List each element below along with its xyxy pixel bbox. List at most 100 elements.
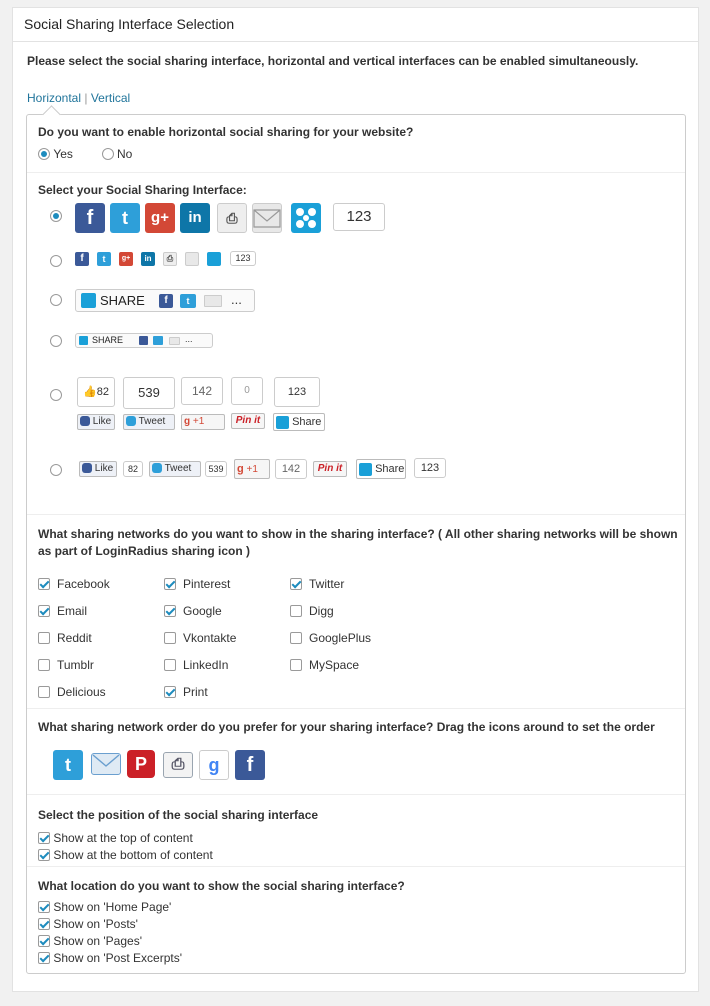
google-icon[interactable]: g [199, 750, 229, 780]
position-bottom-label: Show at the bottom of content [53, 847, 213, 862]
network-option: Facebook [38, 576, 110, 591]
network-option: Google [164, 603, 222, 618]
facebook-glyph: f [246, 754, 254, 776]
share-counter: 123 [274, 377, 320, 407]
network-label: GooglePlus [309, 630, 372, 645]
like-label: Like [94, 463, 114, 474]
email-icon [185, 252, 199, 266]
interface-vertical-counters: 👍82 Like 539 Tweet 142 g +1 0 Pin it 123… [77, 377, 347, 437]
pinterest-icon[interactable]: P [127, 750, 155, 778]
share-count: 123 [414, 458, 446, 478]
share-button-large: SHARE f t ... [75, 289, 255, 312]
interface-radio-large-icons[interactable] [50, 210, 62, 222]
network-label: Vkontakte [183, 630, 237, 645]
network-checkbox[interactable] [38, 631, 50, 644]
loginradius-icon [81, 293, 96, 308]
linkedin-icon: in [141, 252, 155, 266]
thumbs-up-icon: 👍 [83, 386, 97, 398]
network-checkbox[interactable] [290, 604, 302, 617]
location-home-label: Show on 'Home Page' [53, 899, 172, 914]
position-top-row: Show at the top of content [38, 830, 193, 845]
more-label: ... [185, 334, 193, 344]
tab-separator: | [84, 91, 88, 105]
network-label: Print [183, 684, 208, 699]
google-plus-glyph: g+ [121, 255, 131, 262]
networks-question: What sharing networks do you want to sho… [38, 527, 678, 558]
interface-radio-share-button-small[interactable] [50, 335, 62, 347]
location-excerpts-checkbox[interactable] [38, 951, 50, 964]
interface-radio-share-button-large[interactable] [50, 294, 62, 306]
facebook-icon [139, 336, 148, 345]
network-option: Tumblr [38, 657, 94, 672]
loginradius-icon [79, 336, 88, 345]
twitter-icon[interactable]: t [53, 750, 83, 780]
linkedin-glyph: in [188, 209, 202, 226]
share-label: Share [375, 463, 405, 475]
facebook-icon [80, 416, 90, 427]
plus-one-button: g +1 [234, 459, 270, 479]
network-checkbox[interactable] [164, 631, 176, 644]
network-checkbox[interactable] [164, 577, 176, 590]
share-button-small: SHARE ... [75, 333, 213, 348]
network-label: MySpace [309, 657, 360, 672]
position-bottom-row: Show at the bottom of content [38, 847, 213, 862]
network-option: Email [38, 603, 87, 618]
tab-horizontal[interactable]: Horizontal [27, 91, 81, 105]
network-checkbox[interactable] [38, 577, 50, 590]
print-icon[interactable]: ⎙ [163, 752, 193, 778]
enable-no-label: No [116, 146, 133, 161]
tweet-label: Tweet [138, 416, 166, 427]
share-count-large: 123 [333, 203, 385, 231]
twitter-glyph: t [122, 208, 128, 228]
location-posts-checkbox[interactable] [38, 917, 50, 930]
enable-options: Yes No [38, 146, 132, 161]
email-icon[interactable] [91, 753, 121, 775]
network-checkbox[interactable] [38, 685, 50, 698]
network-checkbox[interactable] [290, 577, 302, 590]
location-home-checkbox[interactable] [38, 900, 50, 913]
location-question: What location do you want to show the so… [38, 879, 405, 893]
network-option: Digg [290, 603, 334, 618]
print-icon: ⎙ [217, 203, 247, 233]
plus-one-label: +1 [246, 464, 258, 475]
network-checkbox[interactable] [38, 658, 50, 671]
order-icons: t P ⎙ g f [53, 750, 273, 780]
network-checkbox[interactable] [164, 685, 176, 698]
loginradius-icon [276, 415, 289, 429]
email-icon [169, 337, 180, 345]
enable-no-radio[interactable] [101, 147, 114, 160]
facebook-icon: f [159, 294, 173, 308]
facebook-icon[interactable]: f [235, 750, 265, 780]
network-checkbox[interactable] [290, 631, 302, 644]
network-checkbox[interactable] [164, 658, 176, 671]
pin-counter: 0 [231, 377, 263, 405]
position-bottom-checkbox[interactable] [38, 848, 50, 861]
interface-small-icons: f t g+ in ⎙ 123 [75, 251, 275, 269]
twitter-icon [152, 463, 162, 474]
network-checkbox[interactable] [164, 604, 176, 617]
enable-yes-radio[interactable] [38, 147, 50, 160]
location-pages-checkbox[interactable] [38, 934, 50, 947]
order-section: What sharing network order do you prefer… [27, 709, 685, 795]
like-button: Like [79, 461, 117, 477]
share-label: Share [292, 416, 322, 428]
position-top-checkbox[interactable] [38, 831, 50, 844]
interface-radio-vertical-counters[interactable] [50, 389, 62, 401]
network-option: Vkontakte [164, 630, 236, 645]
like-button: Like [77, 414, 115, 430]
interface-radio-small-icons[interactable] [50, 255, 62, 267]
network-checkbox[interactable] [38, 604, 50, 617]
tweet-counter: 539 [123, 377, 175, 409]
google-plus-icon: g+ [145, 203, 175, 233]
interface-radio-horizontal-counters[interactable] [50, 464, 62, 476]
facebook-icon [82, 463, 92, 474]
tweet-button: Tweet [123, 414, 175, 430]
like-counter: 👍82 [77, 377, 115, 407]
location-section: What location do you want to show the so… [27, 867, 685, 973]
linkedin-glyph: in [144, 254, 152, 263]
loginradius-icon [207, 252, 221, 266]
network-option: Pinterest [164, 576, 230, 591]
network-checkbox[interactable] [290, 658, 302, 671]
tab-vertical[interactable]: Vertical [91, 91, 130, 105]
location-excerpts-label: Show on 'Post Excerpts' [53, 950, 182, 965]
